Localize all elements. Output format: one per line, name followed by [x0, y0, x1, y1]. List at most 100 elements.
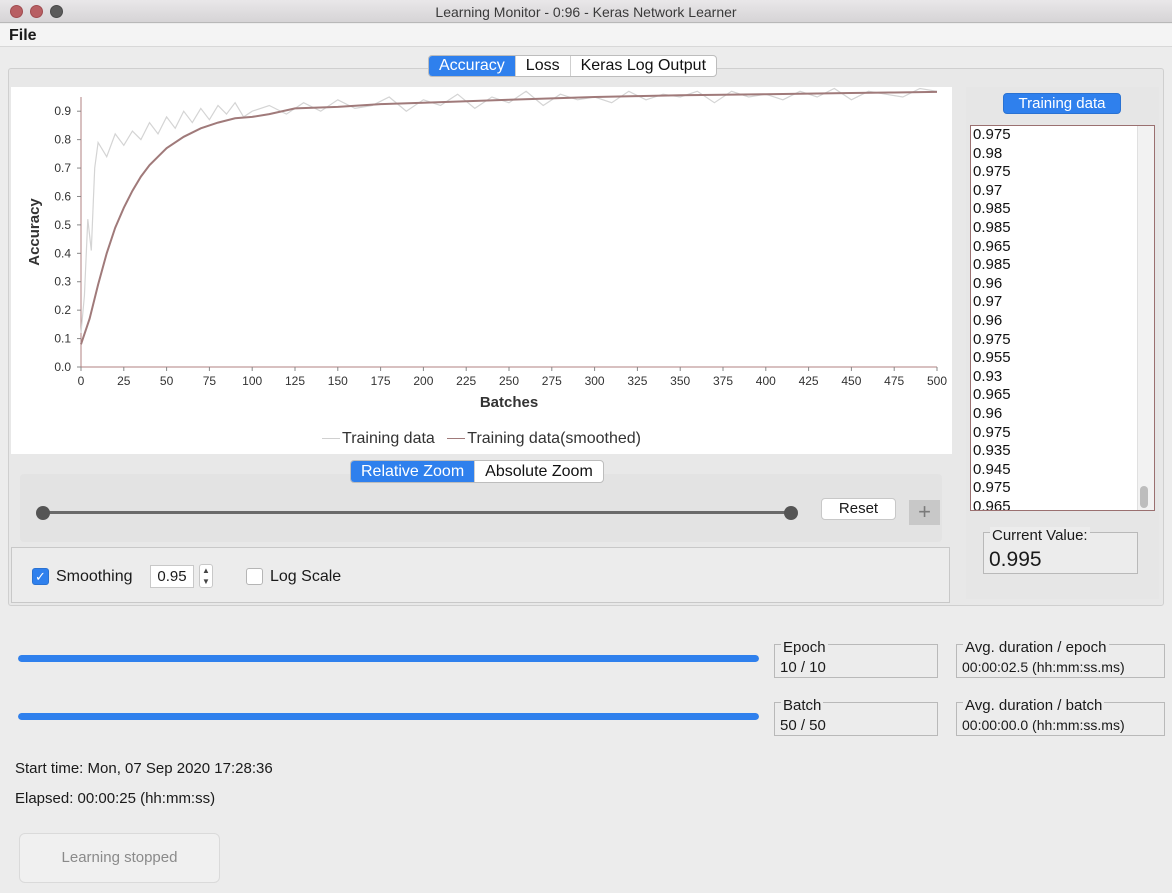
training-data-list[interactable]: 0.975 0.98 0.975 0.97 0.985 0.985 0.965 0.985 0.… [970, 125, 1155, 511]
training-data-list-item[interactable]: 0.97 [971, 182, 1154, 201]
menu-file[interactable]: File [9, 27, 37, 45]
avg-epoch-duration-value: 00:00:02.5 (hh:mm:ss.ms) [962, 659, 1125, 675]
reset-zoom-button[interactable]: Reset [821, 498, 896, 520]
training-data-scrollbar[interactable] [1137, 126, 1154, 510]
x-tick-label: 500 [927, 374, 947, 388]
tab-accuracy[interactable]: Accuracy [429, 56, 516, 76]
training-data-list-item[interactable]: 0.955 [971, 349, 1154, 368]
training-data-list-item[interactable]: 0.965 [971, 238, 1154, 257]
training-data-list-item[interactable]: 0.945 [971, 461, 1154, 480]
training-data-list-item[interactable]: 0.985 [971, 219, 1154, 238]
training-data-list-item[interactable]: 0.97 [971, 293, 1154, 312]
chart-legend: Training data Training data(smoothed) [11, 430, 952, 448]
start-time-text: Start time: Mon, 07 Sep 2020 17:28:36 [15, 760, 273, 777]
epoch-progress-bar [18, 655, 759, 662]
zoom-slider-right-handle[interactable] [784, 506, 798, 520]
x-tick-label: 450 [841, 374, 861, 388]
avg-batch-duration-box: Avg. duration / batch 00:00:00.0 (hh:mm:… [956, 697, 1165, 736]
training-data-list-item[interactable]: 0.975 [971, 126, 1154, 145]
log-scale-checkbox[interactable] [246, 568, 263, 585]
x-tick-label: 475 [884, 374, 904, 388]
zoom-slider-left-handle[interactable] [36, 506, 50, 520]
x-axis-label: Batches [480, 394, 538, 411]
epoch-box: Epoch 10 / 10 [774, 639, 938, 678]
x-tick-label: 100 [242, 374, 262, 388]
x-tick-label: 175 [371, 374, 391, 388]
x-tick-label: 125 [285, 374, 305, 388]
x-tick-label: 425 [799, 374, 819, 388]
x-tick-label: 25 [117, 374, 131, 388]
training-data-list-item[interactable]: 0.975 [971, 424, 1154, 443]
avg-epoch-duration-label: Avg. duration / epoch [963, 639, 1109, 656]
y-tick-label: 0.0 [54, 360, 71, 374]
accuracy-chart-plot: 0.0 0.1 0.2 0.3 0.4 0.5 0.6 0.7 0.8 0.9 0 25 50 75 100… [26, 87, 947, 411]
legend-swatch-raw [322, 438, 341, 440]
y-tick-label: 0.1 [54, 332, 71, 346]
training-data-list-item[interactable]: 0.96 [971, 275, 1154, 294]
y-tick-label: 0.7 [54, 161, 71, 175]
y-tick-label: 0.6 [54, 189, 71, 203]
x-tick-label: 350 [670, 374, 690, 388]
training-data-list-item[interactable]: 0.975 [971, 163, 1154, 182]
zoom-panel [20, 474, 942, 542]
x-tick-label: 375 [713, 374, 733, 388]
batch-value: 50 / 50 [780, 717, 826, 734]
training-data-list-item[interactable]: 0.935 [971, 442, 1154, 461]
training-data-list-item[interactable]: 0.975 [971, 331, 1154, 350]
y-tick-label: 0.8 [54, 133, 71, 147]
y-tick-label: 0.5 [54, 218, 71, 232]
tab-relative-zoom[interactable]: Relative Zoom [351, 461, 476, 482]
epoch-value: 10 / 10 [780, 659, 826, 676]
avg-epoch-duration-box: Avg. duration / epoch 00:00:02.5 (hh:mm:… [956, 639, 1165, 678]
current-value-box: Current Value: 0.995 [983, 527, 1138, 574]
training-data-button[interactable]: Training data [1003, 93, 1121, 114]
tab-loss[interactable]: Loss [516, 56, 571, 76]
training-data-list-item[interactable]: 0.96 [971, 405, 1154, 424]
smoothing-spinner-arrows[interactable]: ▲ ▼ [199, 564, 213, 588]
y-tick-label: 0.9 [54, 104, 71, 118]
current-value-label: Current Value: [990, 527, 1090, 544]
legend-training-data: Training data [342, 430, 435, 447]
training-data-list-item[interactable]: 0.93 [971, 368, 1154, 387]
smoothing-label: Smoothing [56, 568, 133, 585]
training-data-list-item[interactable]: 0.965 [971, 386, 1154, 405]
x-tick-label: 0 [78, 374, 85, 388]
x-tick-label: 225 [456, 374, 476, 388]
avg-batch-duration-label: Avg. duration / batch [963, 697, 1105, 714]
zoom-range-slider[interactable] [43, 511, 791, 514]
epoch-label: Epoch [781, 639, 828, 656]
training-data-list-item[interactable]: 0.975 [971, 479, 1154, 498]
training-data-list-item[interactable]: 0.985 [971, 200, 1154, 219]
accuracy-chart[interactable]: 0.0 0.1 0.2 0.3 0.4 0.5 0.6 0.7 0.8 0.9 0 25 50 75 100… [11, 87, 952, 454]
epoch-progress-fill [18, 655, 759, 662]
training-data-scroll-thumb[interactable] [1140, 486, 1148, 508]
elapsed-time-text: Elapsed: 00:00:25 (hh:mm:ss) [15, 790, 216, 807]
training-data-list-item[interactable]: 0.96 [971, 312, 1154, 331]
x-tick-label: 200 [413, 374, 433, 388]
y-tick-label: 0.3 [54, 275, 71, 289]
tab-absolute-zoom[interactable]: Absolute Zoom [475, 461, 603, 482]
x-tick-label: 150 [328, 374, 348, 388]
batch-box: Batch 50 / 50 [774, 697, 938, 736]
smoothing-checkbox[interactable]: ✓ [32, 568, 49, 585]
training-data-list-item[interactable]: 0.965 [971, 498, 1154, 510]
x-tick-label: 75 [203, 374, 217, 388]
x-tick-label: 275 [542, 374, 562, 388]
x-tick-label: 300 [585, 374, 605, 388]
x-tick-label: 400 [756, 374, 776, 388]
add-zoom-button[interactable]: + [909, 500, 940, 525]
tab-keras-log-output[interactable]: Keras Log Output [571, 56, 716, 76]
legend-swatch-smoothed [447, 438, 466, 440]
smoothing-value-input[interactable]: 0.95 [150, 565, 194, 588]
avg-batch-duration-value: 00:00:00.0 (hh:mm:ss.ms) [962, 717, 1125, 733]
y-axis-label: Accuracy [26, 198, 43, 266]
window-title: Learning Monitor - 0:96 - Keras Network … [435, 4, 737, 20]
legend-training-data-smoothed: Training data(smoothed) [467, 430, 641, 447]
log-scale-label: Log Scale [270, 568, 342, 585]
training-data-list-item[interactable]: 0.98 [971, 145, 1154, 164]
training-data-list-item[interactable]: 0.985 [971, 256, 1154, 275]
zoom-tabs: Relative Zoom Absolute Zoom [350, 460, 604, 483]
x-tick-label: 250 [499, 374, 519, 388]
learning-stopped-button[interactable]: Learning stopped [19, 833, 220, 883]
batch-progress-bar [18, 713, 759, 720]
